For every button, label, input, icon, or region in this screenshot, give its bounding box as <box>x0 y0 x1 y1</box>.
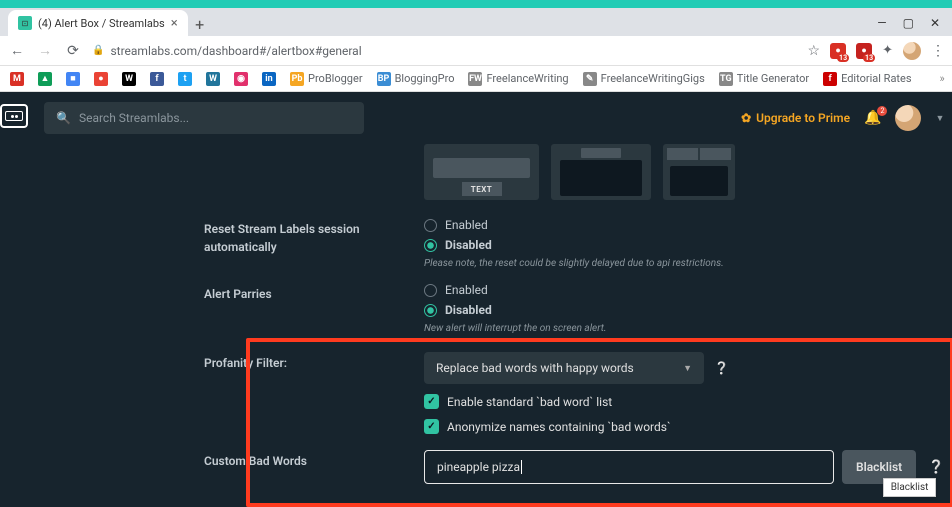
nav-back-button[interactable]: ← <box>8 42 26 59</box>
tab-favicon: ⊡ <box>18 16 32 30</box>
notification-badge: 2 <box>877 106 887 116</box>
bookmark-favicon: ■ <box>66 72 80 86</box>
bookmark-favicon: W <box>206 72 220 86</box>
bookmark-item[interactable]: fEditorial Rates <box>823 72 911 86</box>
bookmark-favicon: ◉ <box>234 72 248 86</box>
custom-bad-words-input[interactable]: pineapple pizza <box>424 450 834 484</box>
bookmark-item[interactable]: t <box>178 72 192 86</box>
extensions-menu-icon[interactable]: ✦ <box>882 43 893 58</box>
setting-note: New alert will interrupt the on screen a… <box>424 323 944 334</box>
setting-label-parries: Alert Parries <box>204 283 424 303</box>
setting-label-reset: Reset Stream Labels session automaticall… <box>204 218 424 256</box>
window-titlebar <box>0 0 952 8</box>
setting-label-profanity: Profanity Filter: <box>204 352 424 372</box>
setting-label-badwords: Custom Bad Words <box>204 450 424 470</box>
tab-close-icon[interactable]: × <box>171 16 178 31</box>
layout-preview-option[interactable] <box>663 144 735 200</box>
bookmarks-bar: M▲■●WftW◉inPbProBloggerBPBloggingProFWFr… <box>0 66 952 92</box>
url-field[interactable]: 🔒 streamlabs.com/dashboard#/alertbox#gen… <box>92 44 798 58</box>
bookmark-star-icon[interactable]: ☆ <box>808 43 821 59</box>
lock-icon: 🔒 <box>92 45 104 56</box>
bookmarks-overflow[interactable]: » <box>940 72 945 85</box>
bookmark-favicon: ● <box>94 72 108 86</box>
bookmark-favicon: TG <box>719 72 733 86</box>
window-close-button[interactable]: ✕ <box>930 16 940 30</box>
help-icon[interactable]: ❔ <box>714 361 729 375</box>
url-text: streamlabs.com/dashboard#/alertbox#gener… <box>110 44 361 58</box>
radio-disabled[interactable]: Disabled <box>424 303 944 317</box>
tooltip: Blacklist <box>883 478 937 497</box>
bookmark-item[interactable]: ◉ <box>234 72 248 86</box>
bookmark-item[interactable]: M <box>10 72 24 86</box>
window-maximize-button[interactable]: ▢ <box>903 16 914 30</box>
bookmark-favicon: t <box>178 72 192 86</box>
extension-icon[interactable]: ●13 <box>830 43 846 59</box>
bookmark-favicon: FW <box>468 72 482 86</box>
upgrade-to-prime-button[interactable]: ✿ Upgrade to Prime <box>741 111 850 125</box>
bookmark-favicon: f <box>823 72 837 86</box>
app-topbar: 🔍 Search Streamlabs... ✿ Upgrade to Prim… <box>44 92 944 144</box>
tab-title: (4) Alert Box / Streamlabs <box>38 17 165 30</box>
layout-preview-option[interactable] <box>551 144 651 200</box>
browser-tab[interactable]: ⊡ (4) Alert Box / Streamlabs × <box>8 10 188 36</box>
layout-preview-option[interactable]: TEXT <box>424 144 539 200</box>
search-icon: 🔍 <box>56 111 71 125</box>
bookmark-favicon: BP <box>377 72 391 86</box>
extension-icon[interactable]: ●13 <box>856 43 872 59</box>
bookmark-item[interactable]: f <box>150 72 164 86</box>
streamlabs-logo[interactable] <box>0 104 28 128</box>
bookmark-favicon: ✎ <box>583 72 597 86</box>
browser-menu-icon[interactable]: ⋮ <box>931 43 944 59</box>
radio-enabled[interactable]: Enabled <box>424 283 944 297</box>
bookmark-favicon: f <box>150 72 164 86</box>
profile-avatar[interactable] <box>903 42 921 60</box>
gear-icon: ✿ <box>741 111 751 125</box>
bookmark-item[interactable]: ▲ <box>38 72 52 86</box>
bookmark-item[interactable]: BPBloggingPro <box>377 72 455 86</box>
radio-disabled[interactable]: Disabled <box>424 238 944 252</box>
bookmark-favicon: W <box>122 72 136 86</box>
bookmark-item[interactable]: W <box>206 72 220 86</box>
bookmark-favicon: ▲ <box>38 72 52 86</box>
new-tab-button[interactable]: + <box>188 12 212 36</box>
setting-note: Please note, the reset could be slightly… <box>424 258 944 269</box>
checkbox-anonymize[interactable]: ✓Anonymize names containing `bad words` <box>424 419 944 434</box>
bookmark-item[interactable]: PbProBlogger <box>290 72 363 86</box>
layout-previews: TEXT <box>424 144 944 200</box>
user-menu-caret-icon[interactable]: ▼ <box>935 113 944 124</box>
search-input[interactable]: 🔍 Search Streamlabs... <box>44 102 364 134</box>
notifications-bell[interactable]: 🔔2 <box>864 110 881 126</box>
bookmark-item[interactable]: ■ <box>66 72 80 86</box>
left-rail <box>0 92 28 503</box>
bookmark-item[interactable]: in <box>262 72 276 86</box>
nav-reload-button[interactable]: ⟳ <box>64 43 82 59</box>
chevron-down-icon: ▼ <box>683 363 692 374</box>
profanity-select[interactable]: Replace bad words with happy words ▼ <box>424 352 704 384</box>
tab-strip: ⊡ (4) Alert Box / Streamlabs × + — ▢ ✕ <box>0 8 952 36</box>
app-content: 🔍 Search Streamlabs... ✿ Upgrade to Prim… <box>0 92 952 503</box>
help-icon[interactable]: ❔ <box>928 460 944 475</box>
bookmark-favicon: in <box>262 72 276 86</box>
bookmark-item[interactable]: ● <box>94 72 108 86</box>
nav-forward-button: → <box>36 42 54 59</box>
window-minimize-button[interactable]: — <box>877 16 886 30</box>
bookmark-favicon: Pb <box>290 72 304 86</box>
search-placeholder: Search Streamlabs... <box>79 111 189 125</box>
radio-enabled[interactable]: Enabled <box>424 218 944 232</box>
bookmark-favicon: M <box>10 72 24 86</box>
bookmark-item[interactable]: FWFreelanceWriting <box>468 72 568 86</box>
bookmark-item[interactable]: ✎FreelanceWritingGigs <box>583 72 705 86</box>
bookmark-item[interactable]: TGTitle Generator <box>719 72 809 86</box>
bookmark-item[interactable]: W <box>122 72 136 86</box>
checkbox-standard-list[interactable]: ✓Enable standard `bad word` list <box>424 394 944 409</box>
address-bar: ← → ⟳ 🔒 streamlabs.com/dashboard#/alertb… <box>0 36 952 66</box>
user-avatar[interactable] <box>895 105 921 131</box>
